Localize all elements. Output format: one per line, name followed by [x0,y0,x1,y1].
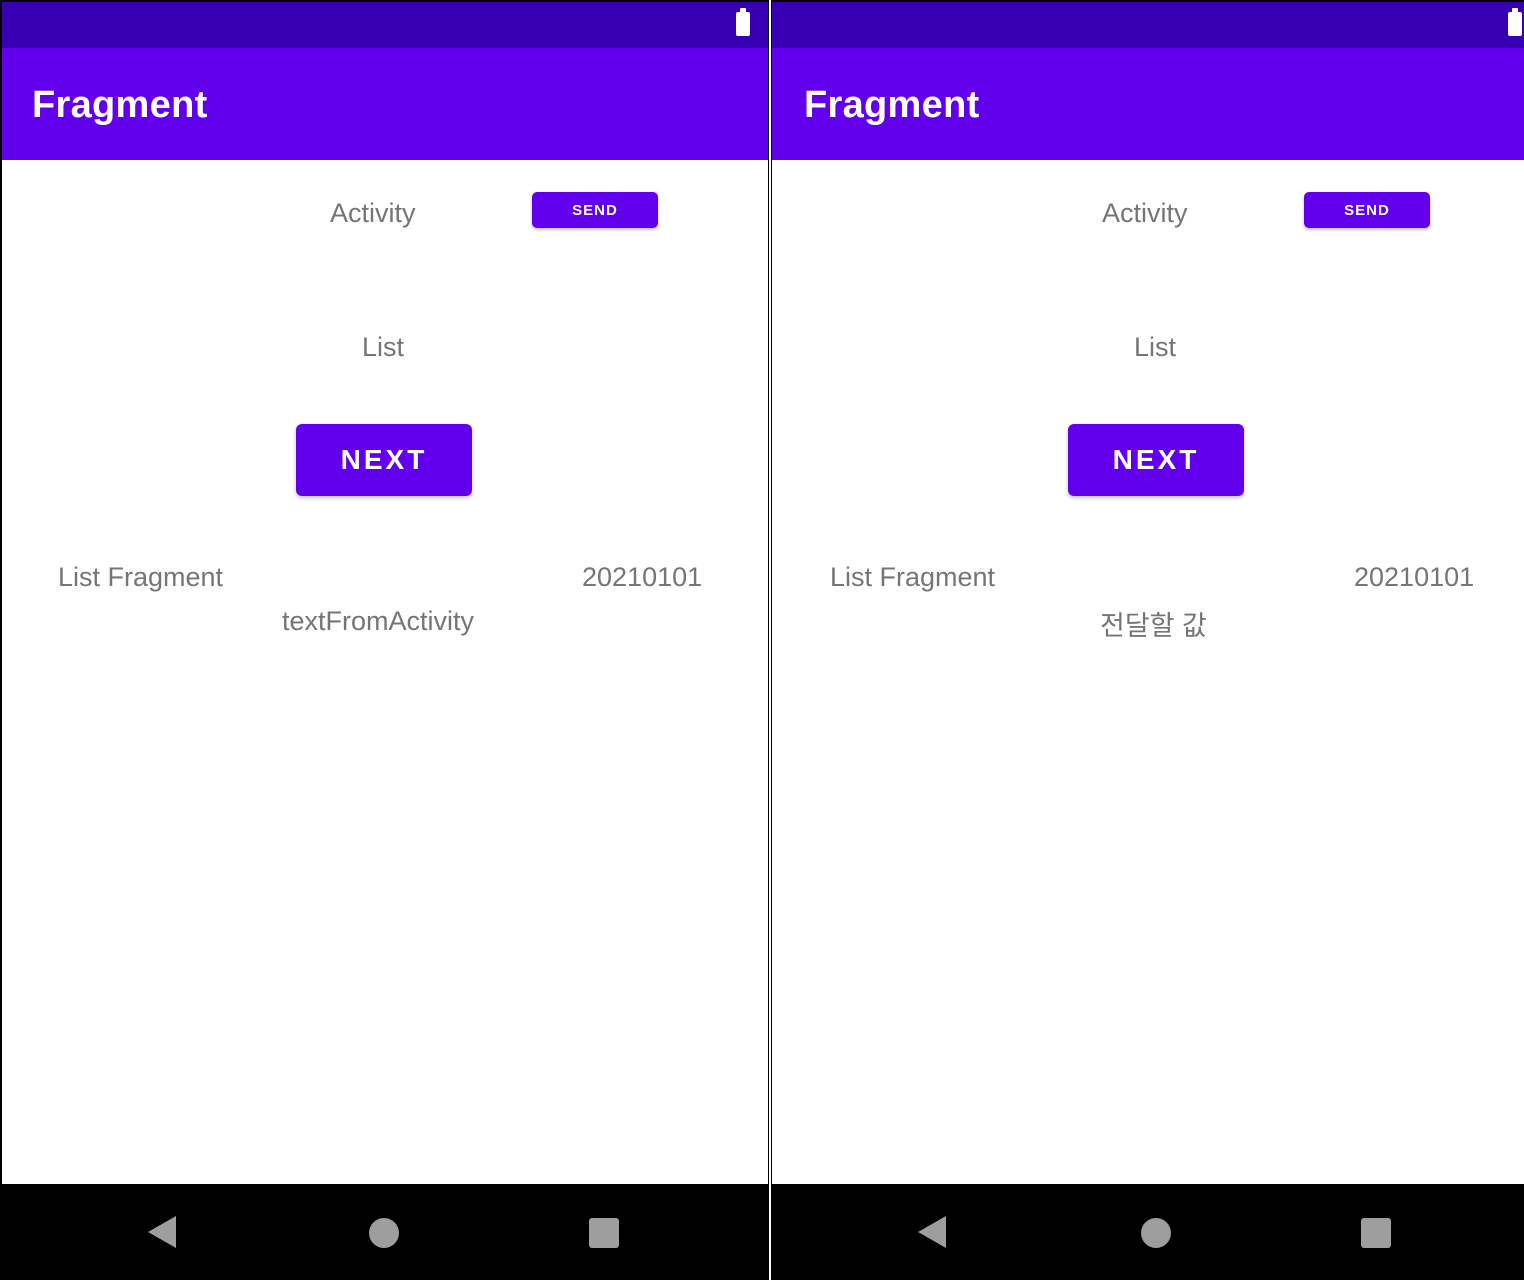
list-fragment-date: 20210101 [1354,562,1475,592]
home-icon[interactable] [369,1218,399,1248]
status-bar [772,2,1524,48]
app-bar-title: Fragment [32,84,208,126]
screenshot-canvas: Fragment Activity SEND List NEXT List Fr… [0,0,1524,1280]
app-bar-title: Fragment [804,84,980,126]
status-bar [2,2,770,48]
home-icon[interactable] [1141,1218,1171,1248]
navigation-bar [772,1184,1524,1280]
next-button[interactable]: NEXT [296,424,472,496]
battery-icon [736,8,750,36]
app-bar: Fragment [772,48,1524,160]
battery-icon [1508,8,1522,36]
list-fragment-title: List Fragment [830,562,996,592]
send-button[interactable]: SEND [532,192,658,228]
app-bar: Fragment [2,48,770,160]
recents-icon[interactable] [1361,1218,1391,1248]
list-fragment-title: List Fragment [58,562,224,592]
next-button[interactable]: NEXT [1068,424,1244,496]
back-icon[interactable] [148,1216,176,1248]
send-button[interactable]: SEND [1304,192,1430,228]
back-icon[interactable] [918,1216,946,1248]
received-text: textFromActivity [282,606,475,636]
list-title: List [362,332,405,362]
phone-screen-right: Fragment Activity SEND List NEXT List Fr… [772,0,1524,1280]
list-fragment-date: 20210101 [582,562,703,592]
received-text: 전달할 값 [1100,611,1207,641]
activity-label: Activity [330,198,416,228]
navigation-bar [2,1184,770,1280]
phone-screen-left: Fragment Activity SEND List NEXT List Fr… [0,0,770,1280]
activity-label: Activity [1102,198,1188,228]
recents-icon[interactable] [589,1218,619,1248]
list-title: List [1134,332,1177,362]
